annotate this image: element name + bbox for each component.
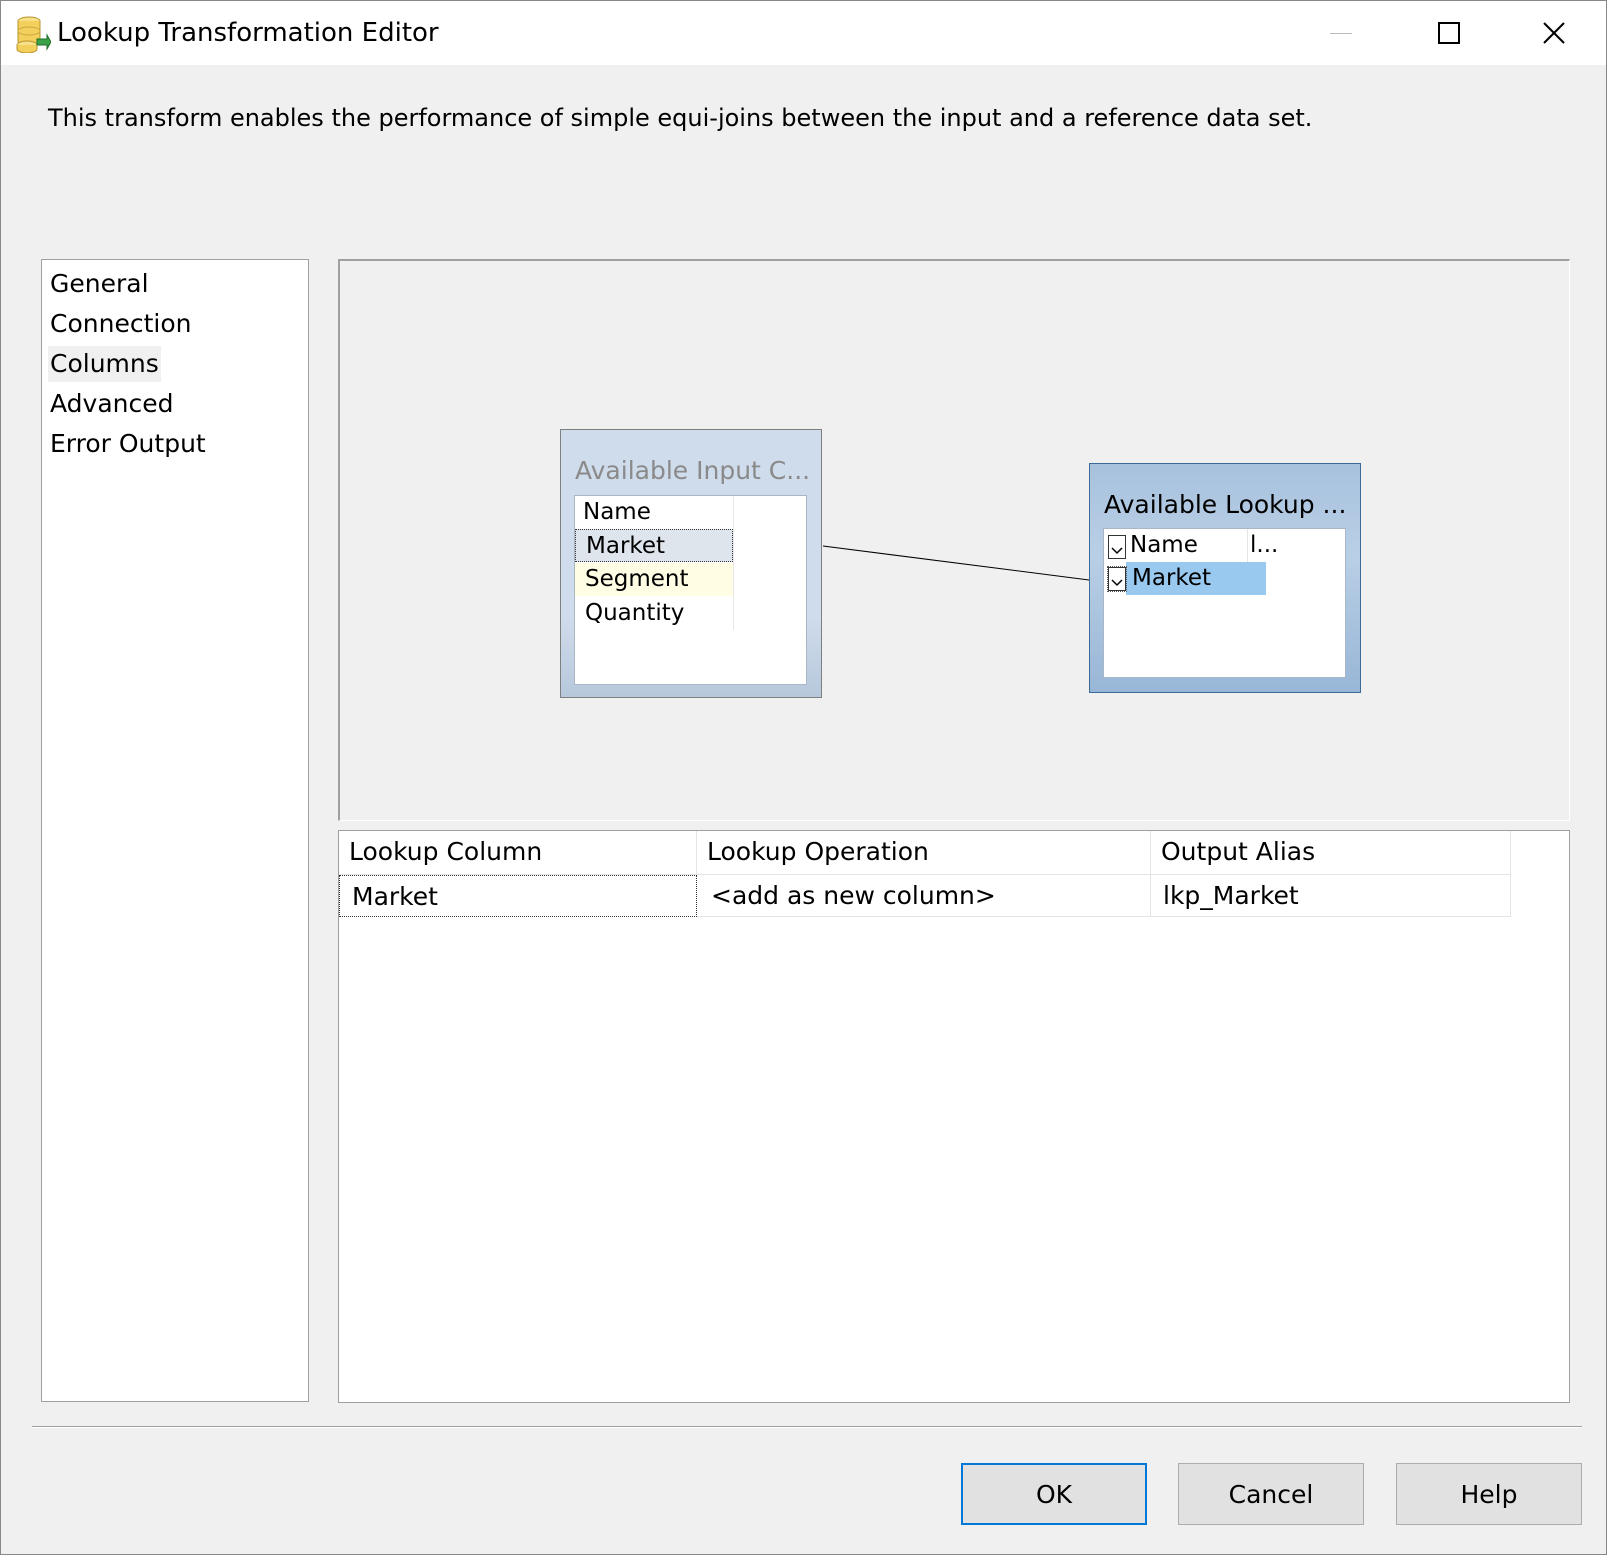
grid-header-lookup-operation[interactable]: Lookup Operation [697,831,1151,875]
input-table-title: Available Input C... [575,456,811,485]
check-icon [1111,579,1123,587]
ok-button[interactable]: OK [961,1463,1147,1525]
grid-cell-lookup-column[interactable]: Market [339,875,697,917]
help-button[interactable]: Help [1396,1463,1582,1525]
nav-panel: General Connection Columns Advanced Erro… [41,259,309,1402]
column-divider [733,496,734,630]
title-bar: Lookup Transformation Editor [1,1,1606,65]
lookup-second-header: l... [1247,529,1278,562]
nav-item-general[interactable]: General [48,266,151,302]
select-all-checkbox[interactable] [1108,535,1126,559]
editor-description: This transform enables the performance o… [48,104,1313,132]
close-icon [1543,22,1565,44]
lookup-columns-grid[interactable]: Lookup Column Lookup Operation Output Al… [338,830,1570,1403]
input-columns-list: Name Market Segment Quantity [574,495,807,685]
maximize-icon [1438,22,1460,44]
input-column-row[interactable]: Quantity [575,597,733,630]
grid-header-lookup-column[interactable]: Lookup Column [339,831,697,875]
window-title: Lookup Transformation Editor [57,18,439,48]
lookup-column-row[interactable]: Market [1126,562,1266,595]
maximize-button[interactable] [1419,9,1479,57]
dialog-separator [32,1426,1582,1428]
lookup-columns-list: Name l... Market [1103,528,1346,678]
nav-item-columns[interactable]: Columns [48,346,161,382]
available-lookup-columns-table[interactable]: Available Lookup ... Name l... Market [1089,463,1361,693]
nav-item-error-output[interactable]: Error Output [48,426,208,462]
minimize-icon [1330,32,1352,34]
input-column-row[interactable]: Segment [575,563,733,596]
lookup-table-title: Available Lookup ... [1104,490,1347,519]
check-icon [1111,547,1123,555]
lookup-transformation-editor-window: Lookup Transformation Editor This transf… [0,0,1607,1555]
grid-cell-lookup-operation[interactable]: <add as new column> [697,875,1151,917]
nav-item-advanced[interactable]: Advanced [48,386,176,422]
lookup-name-header: Name [1130,532,1198,558]
cancel-button[interactable]: Cancel [1178,1463,1364,1525]
grid-cell-output-alias[interactable]: lkp_Market [1151,875,1511,917]
input-column-row[interactable]: Market [575,529,733,562]
column-mapping-diagram[interactable] [338,259,1570,821]
nav-item-connection[interactable]: Connection [48,306,193,342]
lookup-database-icon [16,16,51,53]
input-name-header: Name [583,499,651,525]
grid-header-output-alias[interactable]: Output Alias [1151,831,1511,875]
minimize-button[interactable] [1311,9,1371,57]
lookup-column-checkbox[interactable] [1107,566,1127,592]
close-button[interactable] [1524,9,1584,57]
available-input-columns-table[interactable]: Available Input C... Name Market Segment… [560,429,822,698]
